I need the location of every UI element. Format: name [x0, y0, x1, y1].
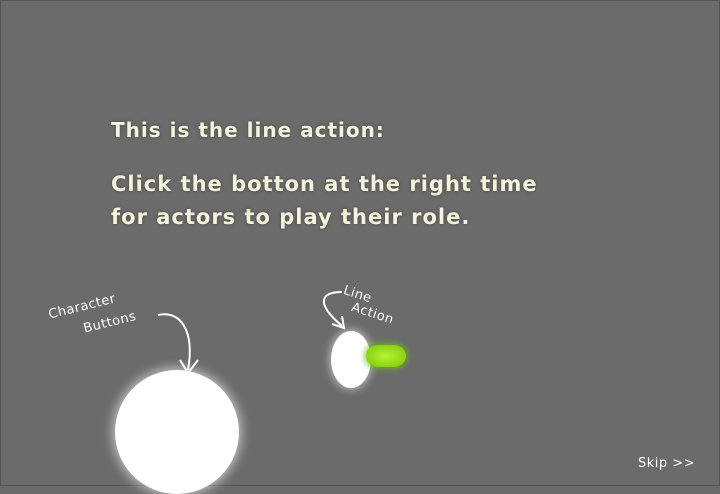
- character-button[interactable]: [115, 370, 239, 494]
- instruction-line-1: Click the botton at the right time: [111, 172, 538, 196]
- instruction-line-2: for actors to play their role.: [111, 205, 471, 229]
- actor-button[interactable]: [331, 331, 371, 388]
- skip-button[interactable]: Skip >>: [638, 456, 695, 471]
- game-screen: [0, 0, 720, 486]
- line-action-button[interactable]: [366, 345, 406, 367]
- tutorial-title: This is the line action:: [111, 118, 385, 142]
